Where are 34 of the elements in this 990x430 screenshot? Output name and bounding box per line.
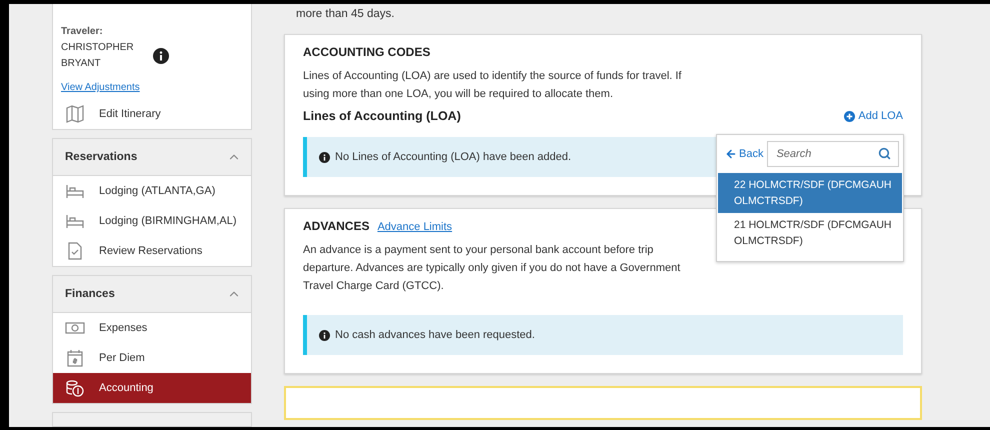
sidebar-item[interactable]: Edit Itinerary — [53, 99, 251, 129]
sidebar-item[interactable]: Accounting — [53, 373, 251, 403]
sidebar-item[interactable]: Expenses — [53, 313, 251, 343]
advance-limits-link[interactable]: Advance Limits — [377, 221, 452, 233]
view-adjustments-link[interactable]: View Adjustments — [61, 82, 140, 93]
traveler-name: CHRISTOPHER BRYANT — [61, 41, 131, 71]
map-icon — [65, 104, 85, 124]
sidebar-item[interactable]: Lodging (ATLANTA,GA) — [53, 176, 251, 206]
section-header[interactable]: Finances — [53, 276, 251, 313]
sidebar-item[interactable]: Lodging (BIRMINGHAM,AL) — [53, 206, 251, 236]
info-icon — [153, 48, 169, 64]
traveler-label: Traveler: — [61, 26, 104, 37]
section-title: ADVANCES — [303, 219, 370, 233]
section-header[interactable]: Reservations — [53, 139, 251, 176]
back-button[interactable]: Back — [725, 148, 764, 160]
plus-icon — [844, 110, 856, 122]
info-icon — [319, 152, 330, 162]
intro-text: more than 45 days. — [295, 7, 396, 22]
coins-dollar-icon — [65, 378, 85, 398]
search-field[interactable]: Search — [767, 141, 899, 167]
section-title: ACCOUNTING CODES — [303, 45, 432, 59]
subtitle: Lines of Accounting (LOA) — [303, 109, 461, 123]
sidebar-item[interactable]: Per Diem — [53, 343, 251, 373]
description: Lines of Accounting (LOA) are used to identify the source of funds for travel. If using more than one LOA, you will be required to allocate them. — [303, 69, 682, 102]
description: An advance is a payment sent to your personal bank account before trip departure. Advances are typically only given if you do not have a Government Travel Charge Card (GTCC). — [303, 243, 682, 294]
add-loa-button[interactable]: Add LOA — [844, 110, 903, 122]
sidebar-item[interactable]: Review Reservations — [53, 236, 251, 266]
dropdown-option[interactable]: 22 HOLMCTR/SDF (DFCMGAUH OLMCTRSDF) — [718, 173, 902, 213]
arrow-left-icon — [725, 148, 737, 160]
info-icon — [319, 330, 330, 340]
calendar-dollar-icon — [65, 348, 85, 368]
notice-text: No cash advances have been requested. — [335, 329, 535, 341]
notice-text: No Lines of Accounting (LOA) have been added. — [335, 151, 572, 163]
search-icon — [878, 147, 891, 160]
